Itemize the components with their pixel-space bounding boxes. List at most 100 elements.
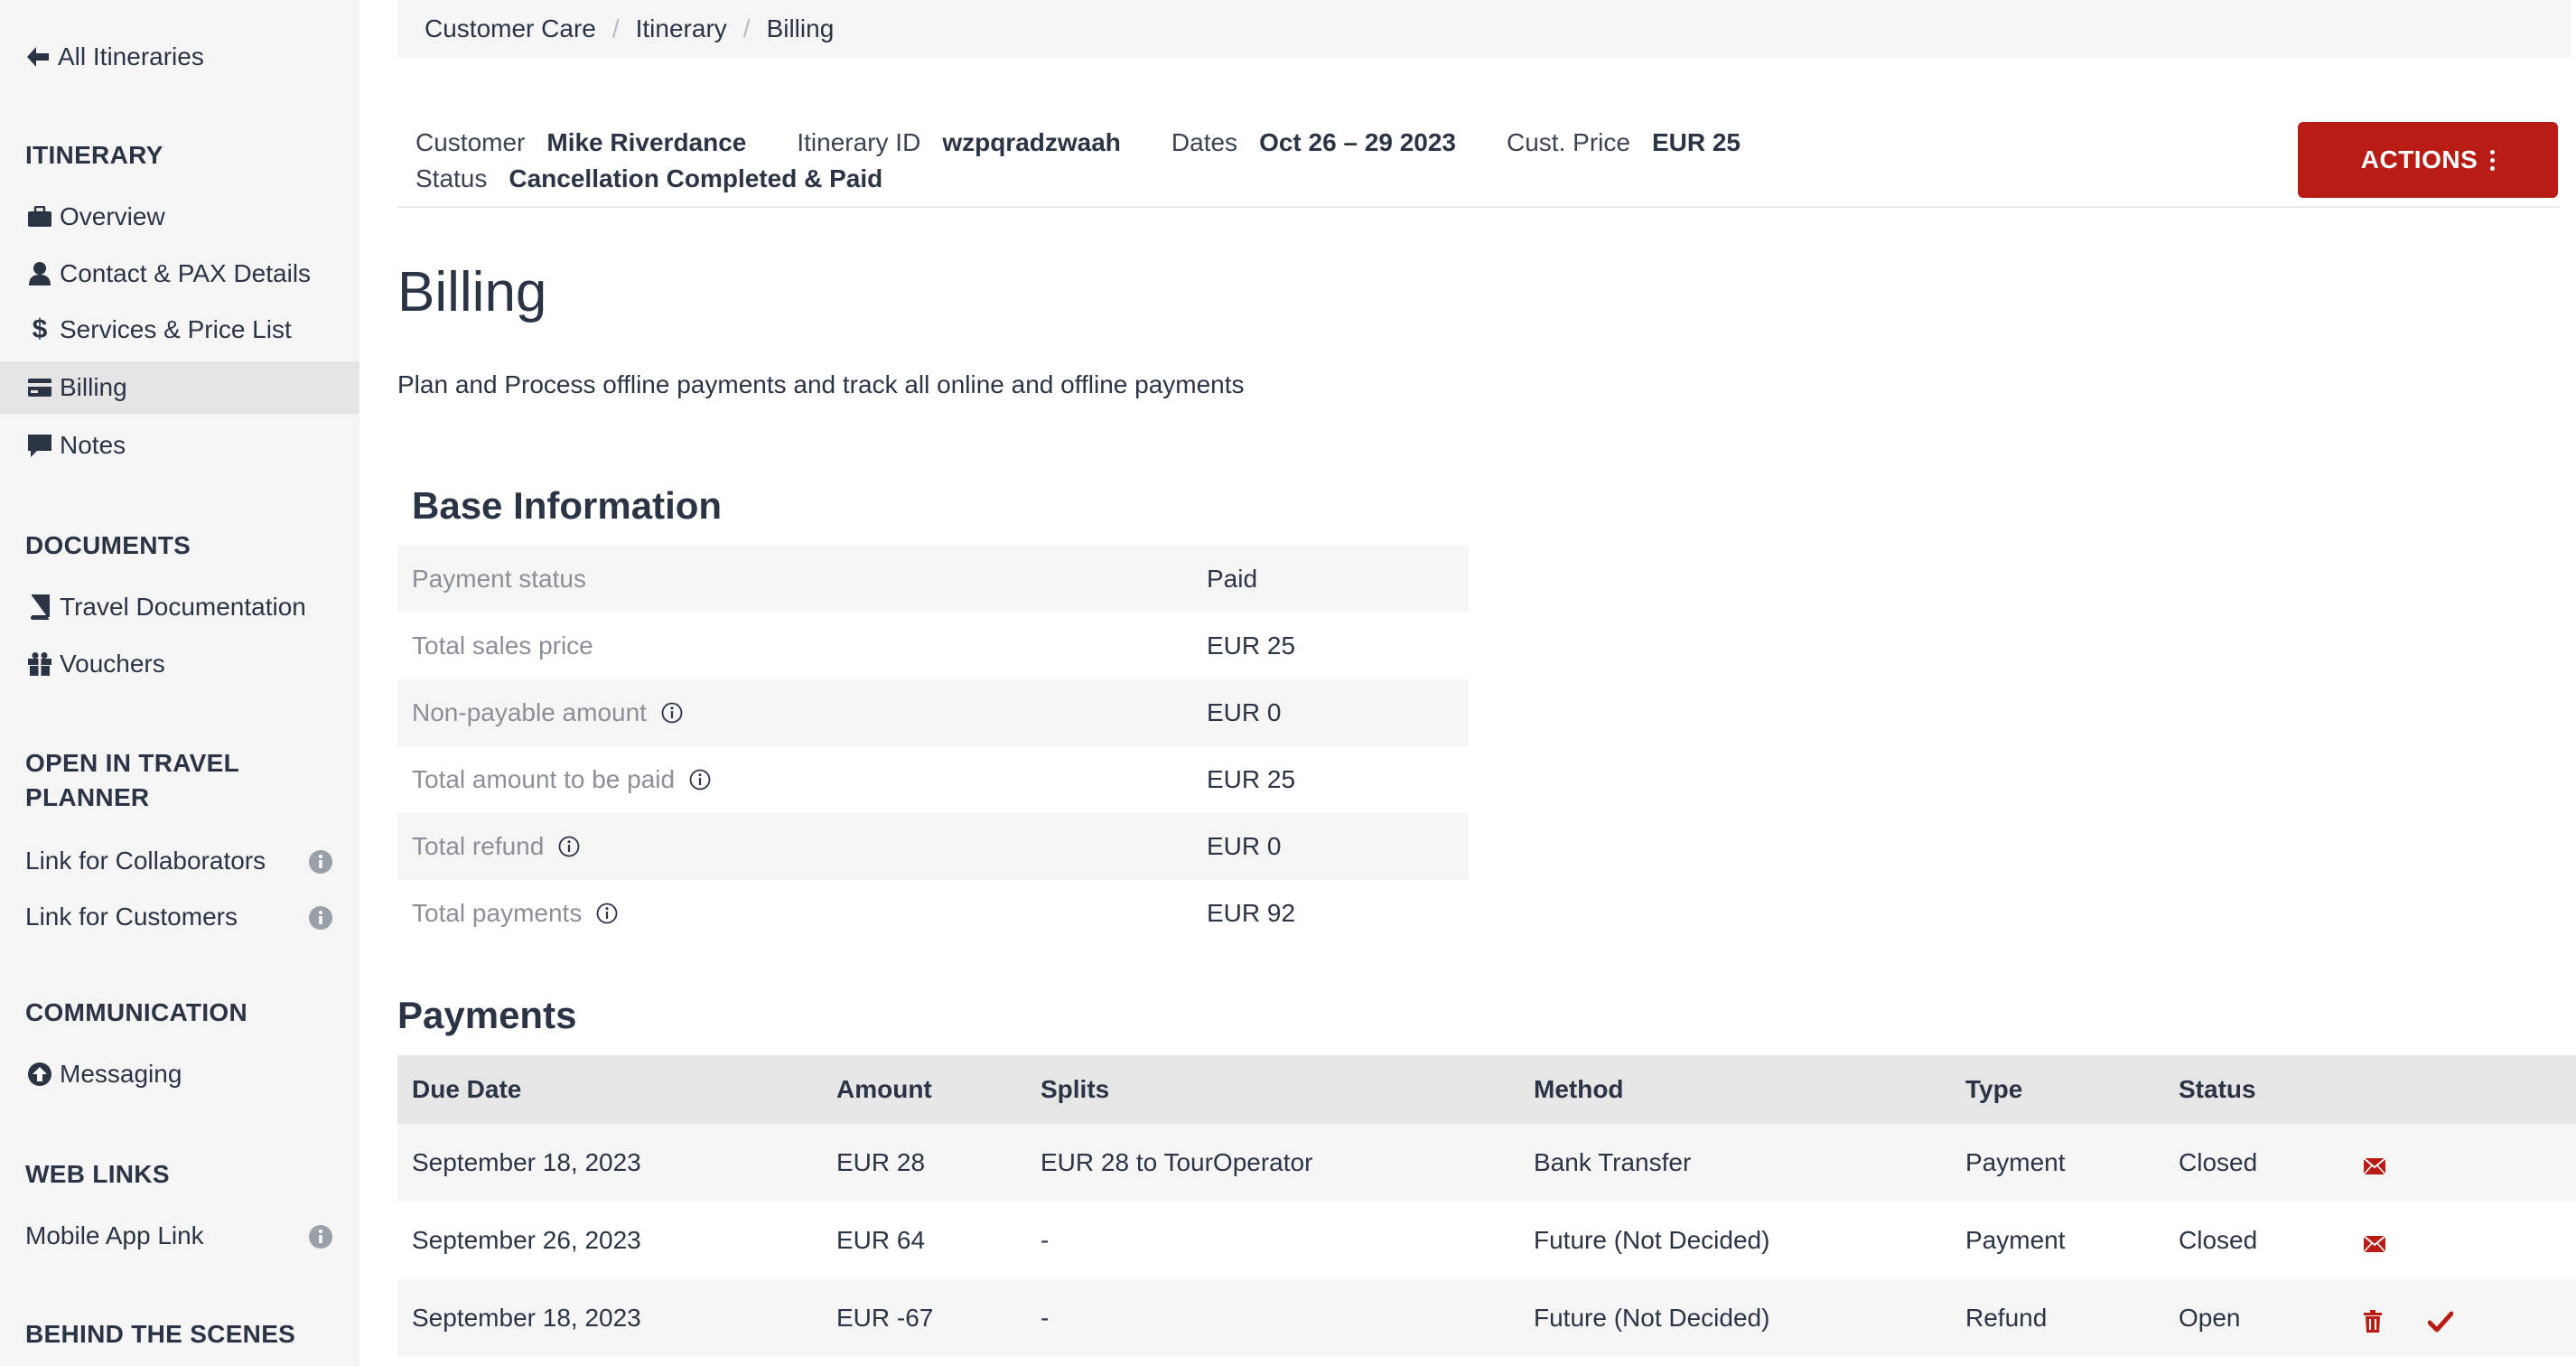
dollar-icon: $: [32, 314, 48, 344]
amount-cell: EUR 28: [836, 1148, 926, 1176]
customer-label: Customer: [415, 128, 526, 156]
base-info-value: Paid: [1207, 565, 1258, 593]
method-cell: Future (Not Decided): [1534, 1304, 1770, 1332]
section-title-open-in-travel-planner: OPEN IN TRAVEL PLANNER: [25, 749, 239, 811]
breadcrumb-billing: Billing: [766, 14, 835, 42]
status-label: Status: [415, 164, 488, 192]
base-info-label: Payment status: [412, 565, 586, 594]
sidebar-item-travel-documentation[interactable]: Travel Documentation: [0, 581, 359, 633]
sidebar-item-label: Notes: [60, 431, 126, 459]
section-title-documents: DOCUMENTS: [25, 531, 191, 559]
base-info-row: Total refund EUR 0: [397, 813, 1469, 880]
info-icon[interactable]: [589, 903, 618, 924]
base-info-value: EUR 0: [1207, 832, 1282, 860]
header-divider: [397, 206, 2560, 208]
sidebar-item-label: Link for Collaborators: [25, 847, 266, 875]
info-icon[interactable]: [654, 702, 683, 724]
dates-label: Dates: [1171, 128, 1238, 156]
sidebar-item-messaging[interactable]: Messaging: [0, 1048, 359, 1100]
amount-cell: EUR 64: [836, 1226, 926, 1254]
customer-name: Mike Riverdance: [546, 128, 747, 156]
sidebar-item-label: Services & Price List: [60, 315, 292, 343]
trash-icon[interactable]: [2363, 1279, 2383, 1357]
sidebar-item-link-customers[interactable]: Link for Customers: [0, 891, 359, 943]
sidebar-item-vouchers[interactable]: Vouchers: [0, 638, 359, 690]
type-cell: Payment: [1965, 1226, 2066, 1254]
status-cell: Closed: [2179, 1226, 2258, 1254]
info-icon[interactable]: [551, 836, 580, 857]
payment-row: September 26, 2023 EUR 64 - Future (Not Dec…: [397, 1202, 2576, 1279]
due-date-cell: September 26, 2023: [412, 1226, 641, 1254]
payments-table-header: Due Date Amount Splits Method Type Statu…: [397, 1055, 2576, 1124]
info-circle-icon[interactable]: [309, 906, 332, 936]
sidebar-item-link-collaborators[interactable]: Link for Collaborators: [0, 835, 359, 887]
sidebar-item-label: Link for Customers: [25, 903, 238, 931]
column-header-method: Method: [1534, 1075, 1624, 1103]
base-information-title: Base Information: [412, 484, 723, 527]
sidebar-item-label: Vouchers: [60, 650, 165, 678]
sidebar-item-label: Contact & PAX Details: [60, 259, 312, 287]
info-icon[interactable]: [682, 769, 711, 791]
column-header-amount: Amount: [836, 1075, 932, 1103]
type-cell: Refund: [1965, 1304, 2048, 1332]
due-date-cell: September 18, 2023: [412, 1148, 641, 1176]
sidebar-item-notes[interactable]: Notes: [0, 419, 359, 472]
sidebar-item-overview[interactable]: Overview: [0, 191, 359, 243]
book-icon: [25, 593, 54, 622]
sidebar-item-label: Mobile App Link: [25, 1221, 204, 1249]
itinerary-id: wzpqradzwaah: [942, 128, 1121, 156]
page-title: Billing: [397, 261, 547, 323]
briefcase-icon: [25, 202, 54, 231]
amount-cell: EUR -67: [836, 1304, 934, 1332]
actions-button-label: ACTIONS: [2360, 145, 2478, 173]
sidebar-item-contact[interactable]: Contact & PAX Details: [0, 248, 359, 300]
itinerary-status: Cancellation Completed & Paid: [509, 164, 883, 192]
breadcrumb-separator: /: [611, 14, 620, 42]
base-info-row: Total amount to be paid EUR 25: [397, 746, 1469, 813]
base-info-label: Total payments: [412, 899, 618, 928]
type-cell: Payment: [1965, 1148, 2066, 1176]
breadcrumb: Customer Care / Itinerary / Billing: [397, 0, 2571, 58]
base-info-label-text: Non-payable amount: [412, 698, 647, 726]
email-icon[interactable]: [2363, 1202, 2386, 1279]
payment-row: September 18, 2023 EUR -67 - Future (Not De…: [397, 1279, 2576, 1357]
sidebar-item-services[interactable]: $ Services & Price List: [0, 304, 359, 356]
actions-button[interactable]: ACTIONS: [2298, 122, 2558, 198]
itinerary-id-label: Itinerary ID: [797, 128, 921, 156]
base-info-row: Non-payable amount EUR 0: [397, 679, 1469, 746]
column-header-splits: Splits: [1041, 1075, 1110, 1103]
all-itineraries-link[interactable]: All Itineraries: [25, 42, 204, 72]
sidebar-item-label: Overview: [60, 202, 165, 230]
base-info-value: EUR 25: [1207, 765, 1296, 793]
sidebar-item-billing[interactable]: Billing: [0, 361, 359, 414]
column-header-status: Status: [2179, 1075, 2256, 1103]
base-info-label-text: Total amount to be paid: [412, 765, 676, 793]
column-header-due-date: Due Date: [412, 1075, 522, 1103]
section-title-web-links: WEB LINKS: [25, 1160, 170, 1188]
credit-card-icon: [25, 373, 54, 402]
base-info-value: EUR 25: [1207, 632, 1296, 660]
breadcrumb-customer-care[interactable]: Customer Care: [425, 14, 596, 43]
arrow-left-icon: [27, 47, 49, 67]
breadcrumb-separator: /: [742, 14, 751, 42]
gift-icon: [25, 650, 54, 678]
sidebar-item-mobile-app-link[interactable]: Mobile App Link: [0, 1210, 359, 1262]
section-title-communication: COMMUNICATION: [25, 998, 248, 1026]
base-info-value: EUR 0: [1207, 698, 1282, 726]
sidebar-item-label: Travel Documentation: [60, 593, 306, 621]
base-info-value: EUR 92: [1207, 899, 1296, 927]
method-cell: Future (Not Decided): [1534, 1226, 1770, 1254]
status-cell: Open: [2179, 1304, 2241, 1332]
base-info-row: Total payments EUR 92: [397, 880, 1469, 947]
cust-price-label: Cust. Price: [1507, 128, 1630, 156]
info-circle-icon[interactable]: [309, 850, 332, 880]
info-circle-icon[interactable]: [309, 1225, 332, 1255]
breadcrumb-itinerary[interactable]: Itinerary: [636, 14, 727, 43]
splits-cell: EUR 28 to TourOperator: [1041, 1148, 1313, 1176]
comment-icon: [25, 431, 54, 460]
column-header-type: Type: [1965, 1075, 2023, 1103]
base-info-label: Total refund: [412, 832, 580, 861]
checkmark-icon[interactable]: [2428, 1279, 2453, 1357]
email-icon[interactable]: [2363, 1124, 2386, 1202]
base-info-row: Payment status Paid: [397, 546, 1469, 613]
